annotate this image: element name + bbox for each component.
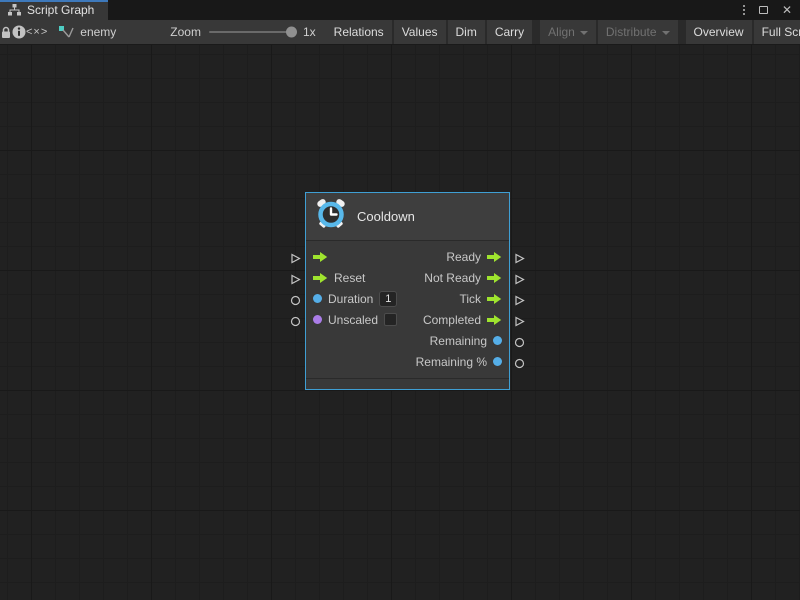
graph-asset-icon <box>58 25 74 40</box>
node-port-row: Unscaled Completed <box>306 309 509 330</box>
toolbar-button-carry[interactable]: Carry <box>487 20 532 44</box>
info-icon <box>12 25 26 39</box>
info-button[interactable] <box>12 20 26 44</box>
port-label: Remaining <box>430 334 487 348</box>
kebab-menu-icon[interactable] <box>743 5 745 15</box>
script-graph-window: Script Graph ✕ <×> enemy Zoom 1x <box>0 0 800 600</box>
graph-name-label: enemy <box>80 25 116 39</box>
port-label: Unscaled <box>328 313 378 327</box>
toolbar-button-dim[interactable]: Dim <box>448 20 485 44</box>
value-dot-icon <box>313 315 322 324</box>
output-port-tick[interactable]: Tick <box>459 292 502 306</box>
port-label: Ready <box>446 250 481 264</box>
toolbar-button-label: Distribute <box>606 25 657 39</box>
node-body: Ready Reset Not Ready Duration 1 Tick Unscaled… <box>306 241 509 378</box>
input-port-enter[interactable] <box>313 251 328 263</box>
output-port-remaining[interactable]: Remaining % <box>416 355 502 369</box>
hierarchy-graph-icon <box>8 4 21 16</box>
value-dot-icon <box>493 336 502 345</box>
variables-button[interactable]: <×> <box>26 20 48 44</box>
flow-arrow-icon <box>313 251 328 263</box>
alarm-clock-icon <box>314 197 348 236</box>
toolbar-button-label: Carry <box>495 25 524 39</box>
zoom-slider[interactable] <box>209 31 295 33</box>
output-port-completed[interactable]: Completed <box>423 313 502 327</box>
chevron-down-icon <box>662 31 670 35</box>
node-title: Cooldown <box>357 209 415 224</box>
port-label: Remaining % <box>416 355 487 369</box>
value-pin-icon[interactable] <box>290 314 301 325</box>
zoom-control: Zoom 1x <box>134 20 325 44</box>
flow-pin-icon[interactable] <box>514 293 525 304</box>
toolbar-button-relations[interactable]: Relations <box>326 20 392 44</box>
toolbar-button-label: Relations <box>334 25 384 39</box>
zoom-label: Zoom <box>170 25 201 39</box>
value-dot-icon <box>493 357 502 366</box>
value-pin-icon[interactable] <box>290 293 301 304</box>
toolbar-button-overview[interactable]: Overview <box>686 20 752 44</box>
port-label: Duration <box>328 292 373 306</box>
chevron-down-icon <box>580 31 588 35</box>
flow-pin-icon[interactable] <box>514 272 525 283</box>
node-port-row: Remaining % <box>306 351 509 372</box>
flow-pin-icon[interactable] <box>290 251 301 262</box>
port-label: Reset <box>334 271 365 285</box>
tab-script-graph[interactable]: Script Graph <box>0 0 108 20</box>
graph-reference[interactable]: enemy <box>48 20 134 44</box>
toolbar-button-label: Values <box>402 25 438 39</box>
input-port-unscaled[interactable]: Unscaled <box>313 313 397 327</box>
toolbar-button-distribute: Distribute <box>598 20 678 44</box>
zoom-value: 1x <box>303 25 316 39</box>
graph-toolbar: <×> enemy Zoom 1x Relations Values Dim Carr… <box>0 20 800 45</box>
input-port-reset[interactable]: Reset <box>313 271 365 285</box>
node-port-row: Ready <box>306 246 509 267</box>
zoom-slider-thumb[interactable] <box>286 27 297 38</box>
tab-label: Script Graph <box>27 3 94 17</box>
node-port-row: Duration 1 Tick <box>306 288 509 309</box>
code-icon: <×> <box>26 26 48 38</box>
flow-arrow-icon <box>487 251 502 263</box>
flow-arrow-icon <box>313 272 328 284</box>
lock-button[interactable] <box>0 20 12 44</box>
toolbar-button-label: Dim <box>456 25 477 39</box>
flow-pin-icon[interactable] <box>290 272 301 283</box>
node-footer[interactable] <box>306 378 509 389</box>
toolbar-button-label: Full Screen <box>762 25 800 39</box>
node-port-row: Remaining <box>306 330 509 351</box>
tab-strip: Script Graph ✕ <box>0 0 800 20</box>
flow-pin-icon[interactable] <box>514 251 525 262</box>
lock-icon <box>0 26 12 39</box>
maximize-icon[interactable] <box>759 6 768 14</box>
flow-arrow-icon <box>487 314 502 326</box>
cooldown-node[interactable]: Cooldown Ready Reset Not Ready Duration 1 Tic… <box>305 192 510 390</box>
graph-canvas[interactable]: Cooldown Ready Reset Not Ready Duration 1 Tic… <box>0 45 800 600</box>
input-port-duration[interactable]: Duration 1 <box>313 291 397 307</box>
close-icon[interactable]: ✕ <box>782 4 792 16</box>
flow-arrow-icon <box>487 293 502 305</box>
output-port-remaining[interactable]: Remaining <box>430 334 502 348</box>
port-label: Tick <box>459 292 481 306</box>
duration-input[interactable]: 1 <box>379 291 397 307</box>
unscaled-checkbox[interactable] <box>384 313 397 326</box>
toolbar-button-full-screen[interactable]: Full Screen <box>754 20 800 44</box>
toolbar-button-label: Align <box>548 25 575 39</box>
flow-pin-icon[interactable] <box>514 314 525 325</box>
window-controls: ✕ <box>743 0 800 20</box>
value-pin-icon[interactable] <box>514 356 525 367</box>
port-label: Completed <box>423 313 481 327</box>
node-port-row: Reset Not Ready <box>306 267 509 288</box>
toolbar-button-align: Align <box>540 20 596 44</box>
toolbar-button-label: Overview <box>694 25 744 39</box>
toolbar-buttons: Relations Values Dim Carry Align Distribute Ov… <box>326 20 800 44</box>
toolbar-button-values[interactable]: Values <box>394 20 446 44</box>
output-port-not-ready[interactable]: Not Ready <box>424 271 502 285</box>
value-pin-icon[interactable] <box>514 335 525 346</box>
output-port-ready[interactable]: Ready <box>446 250 502 264</box>
flow-arrow-icon <box>487 272 502 284</box>
value-dot-icon <box>313 294 322 303</box>
node-header[interactable]: Cooldown <box>306 193 509 241</box>
port-label: Not Ready <box>424 271 481 285</box>
